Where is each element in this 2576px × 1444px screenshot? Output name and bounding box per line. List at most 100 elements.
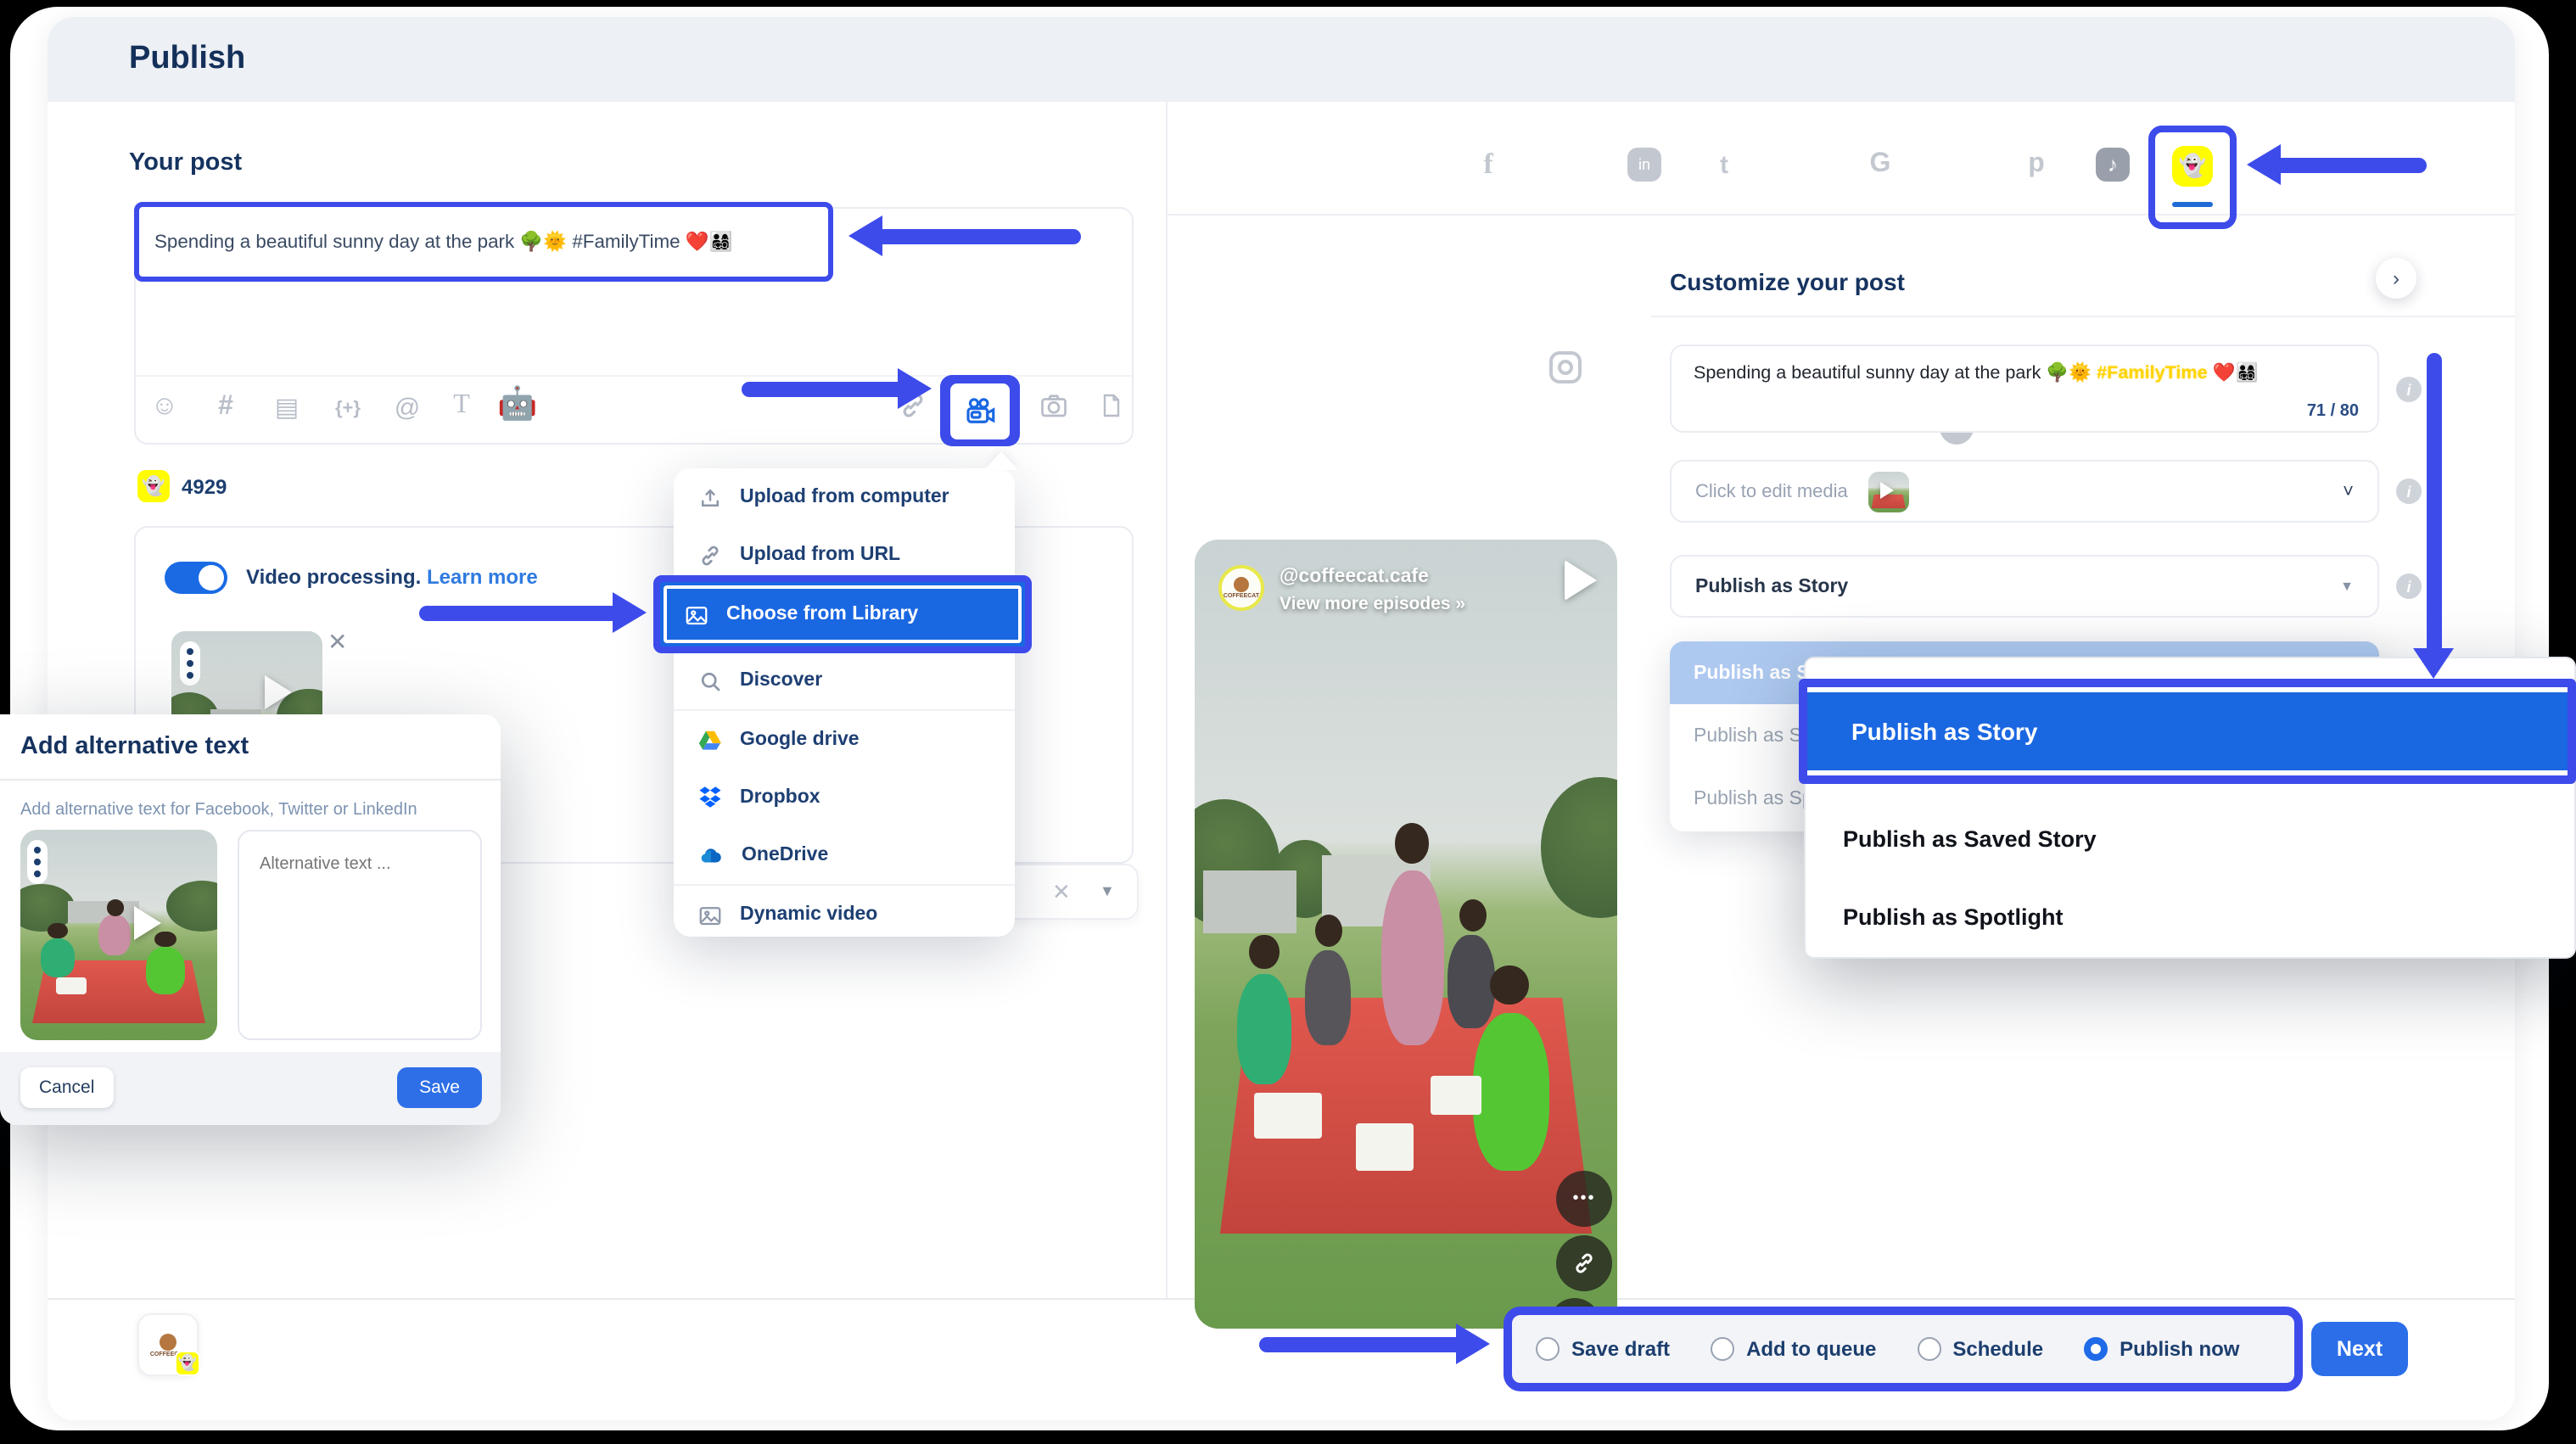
publish-type-select[interactable]: Publish as Story ▼ bbox=[1670, 555, 2379, 618]
tiktok-icon[interactable]: ♪ bbox=[2096, 148, 2130, 182]
google-icon[interactable]: G bbox=[1862, 146, 1899, 183]
modal-video-thumbnail bbox=[20, 830, 217, 1040]
radio-circle-icon bbox=[1536, 1337, 1560, 1361]
onedrive-icon bbox=[697, 842, 725, 868]
post-text-input[interactable]: Spending a beautiful sunny day at the pa… bbox=[134, 202, 833, 282]
selected-account-avatar[interactable]: COFFEECAT 👻 bbox=[137, 1313, 199, 1376]
post-text: Spending a beautiful sunny day at the pa… bbox=[154, 231, 733, 253]
video-preview[interactable]: COFFEECAT @coffeecat.cafe View more epis… bbox=[1195, 540, 1617, 1329]
annotation-arrow-snapchat-tab bbox=[2247, 144, 2427, 187]
linkedin-icon[interactable]: in bbox=[1627, 148, 1661, 182]
your-post-heading: Your post bbox=[129, 149, 242, 176]
cancel-button[interactable]: Cancel bbox=[20, 1067, 113, 1108]
customize-title: Customize your post bbox=[1670, 268, 1905, 295]
facebook-icon[interactable]: f bbox=[1470, 146, 1507, 183]
menu-item-discover[interactable]: Discover bbox=[674, 652, 1015, 709]
text-format-icon[interactable]: T bbox=[448, 390, 475, 421]
radio-save-draft[interactable]: Save draft bbox=[1536, 1337, 1670, 1361]
add-document-icon[interactable] bbox=[1098, 390, 1125, 421]
menu-item-dynamic-video[interactable]: Dynamic video bbox=[674, 886, 1015, 943]
callout-option-publish-story[interactable]: Publish as Story bbox=[1807, 687, 2568, 775]
tabs-divider bbox=[1168, 214, 2515, 215]
placeholder-token-icon[interactable]: {+} bbox=[331, 395, 365, 423]
add-video-icon[interactable] bbox=[950, 383, 1010, 439]
alt-text-modal: Add alternative text Add alternative tex… bbox=[0, 714, 501, 1125]
menu-item-dropbox[interactable]: Dropbox bbox=[674, 769, 1015, 826]
media-source-menu: Upload from computer Upload from URL Dis… bbox=[674, 468, 1015, 937]
video-processing-toggle[interactable] bbox=[165, 562, 227, 594]
ai-assistant-icon[interactable]: 🤖 bbox=[497, 383, 537, 424]
caret-down-icon: ▼ bbox=[1100, 882, 1115, 899]
play-icon[interactable] bbox=[1565, 560, 1597, 601]
account-handle: @coffeecat.cafe bbox=[1280, 567, 1429, 587]
hashtag-highlight: #FamilyTime bbox=[2097, 363, 2207, 383]
menu-item-onedrive[interactable]: OneDrive bbox=[674, 826, 1015, 884]
view-more-link[interactable]: View more episodes » bbox=[1280, 594, 1465, 614]
modal-title: Add alternative text bbox=[0, 714, 501, 779]
clear-selection-icon[interactable]: ✕ bbox=[1052, 879, 1071, 906]
callout-option-publish-saved-story[interactable]: Publish as Saved Story bbox=[1806, 804, 2097, 872]
emoji-picker-icon[interactable]: ☺ bbox=[149, 392, 180, 423]
menu-item-choose-library[interactable]: Choose from Library bbox=[664, 585, 1022, 643]
next-button[interactable]: Next bbox=[2311, 1322, 2408, 1376]
add-photo-icon[interactable] bbox=[1039, 390, 1069, 421]
learn-more-link[interactable]: Learn more bbox=[427, 565, 538, 589]
callout-option-publish-spotlight[interactable]: Publish as Spotlight bbox=[1806, 882, 2064, 950]
video-processing-label: Video processing. Learn more bbox=[246, 565, 538, 589]
annotation-arrow-publish-mode bbox=[1259, 1324, 1490, 1366]
saved-captions-icon[interactable]: ▤ bbox=[272, 392, 302, 423]
preview-link-icon[interactable] bbox=[1556, 1235, 1612, 1291]
twitter-icon[interactable]: t bbox=[1705, 146, 1743, 183]
select-caret-icon: ▼ bbox=[2340, 579, 2354, 594]
customize-divider bbox=[1651, 316, 2515, 317]
chevron-down-icon: ˅ bbox=[2343, 481, 2354, 501]
save-button[interactable]: Save bbox=[397, 1067, 482, 1108]
menu-item-upload-computer[interactable]: Upload from computer bbox=[674, 468, 1015, 526]
pinterest-icon[interactable]: p bbox=[2018, 146, 2055, 183]
radio-publish-now[interactable]: Publish now bbox=[2084, 1337, 2239, 1361]
app-header bbox=[48, 17, 2515, 102]
media-options-icon[interactable] bbox=[27, 840, 48, 884]
publish-story-annotation-box: Publish as Story bbox=[1799, 679, 2576, 784]
account-avatar: COFFEECAT bbox=[1218, 565, 1264, 611]
page-title: Publish bbox=[129, 41, 245, 78]
collapse-panel-chevron-icon[interactable]: › bbox=[2376, 258, 2416, 299]
customize-caption-field[interactable]: Spending a beautiful sunny day at the pa… bbox=[1670, 344, 2379, 433]
media-options-icon[interactable] bbox=[180, 641, 200, 686]
modal-footer: Cancel Save bbox=[0, 1052, 501, 1125]
menu-item-google-drive[interactable]: Google drive bbox=[674, 711, 1015, 769]
link-icon bbox=[697, 542, 723, 568]
char-counter: 71 / 80 bbox=[2307, 402, 2359, 421]
radio-add-to-queue[interactable]: Add to queue bbox=[1711, 1337, 1876, 1361]
snapchat-char-count: 4929 bbox=[182, 475, 227, 499]
media-mini-thumbnail bbox=[1868, 471, 1909, 512]
publish-mode-annotation-box: Save draft Add to queue Schedule Publish… bbox=[1504, 1307, 2303, 1391]
remove-media-icon[interactable]: ✕ bbox=[328, 628, 347, 657]
choose-from-library-annotation-box: Choose from Library bbox=[653, 575, 1032, 653]
image-icon bbox=[697, 902, 723, 927]
google-drive-icon bbox=[697, 727, 723, 753]
hashtag-icon[interactable]: # bbox=[210, 392, 241, 423]
alt-text-input[interactable] bbox=[238, 830, 482, 1040]
search-icon bbox=[697, 668, 723, 693]
mention-icon[interactable]: @ bbox=[392, 392, 423, 423]
edit-media-field[interactable]: Click to edit media ˅ bbox=[1670, 460, 2379, 523]
screenshot-stage: Publish Your post Spending a beautiful s… bbox=[0, 0, 2576, 1444]
annotation-arrow-choose-library bbox=[419, 592, 647, 635]
instagram-icon[interactable] bbox=[1549, 351, 1582, 383]
add-video-annotation-box bbox=[940, 375, 1020, 446]
radio-circle-icon bbox=[1917, 1337, 1940, 1361]
panel-divider bbox=[1166, 102, 1168, 1298]
menu-caret bbox=[984, 451, 1018, 470]
radio-circle-icon bbox=[1711, 1337, 1734, 1361]
preview-more-icon[interactable]: ••• bbox=[1556, 1171, 1612, 1227]
radio-schedule[interactable]: Schedule bbox=[1917, 1337, 2043, 1361]
annotation-arrow-post-text bbox=[848, 215, 1081, 258]
radio-selected-icon bbox=[2084, 1337, 2108, 1361]
snapchat-icon: 👻 bbox=[137, 470, 170, 502]
library-image-icon bbox=[684, 602, 709, 627]
dropbox-icon bbox=[697, 785, 723, 810]
snapchat-badge-icon: 👻 bbox=[175, 1351, 200, 1376]
upload-icon bbox=[697, 484, 723, 510]
publish-options-callout: Publish as Story Publish as Saved Story … bbox=[1804, 657, 2576, 959]
